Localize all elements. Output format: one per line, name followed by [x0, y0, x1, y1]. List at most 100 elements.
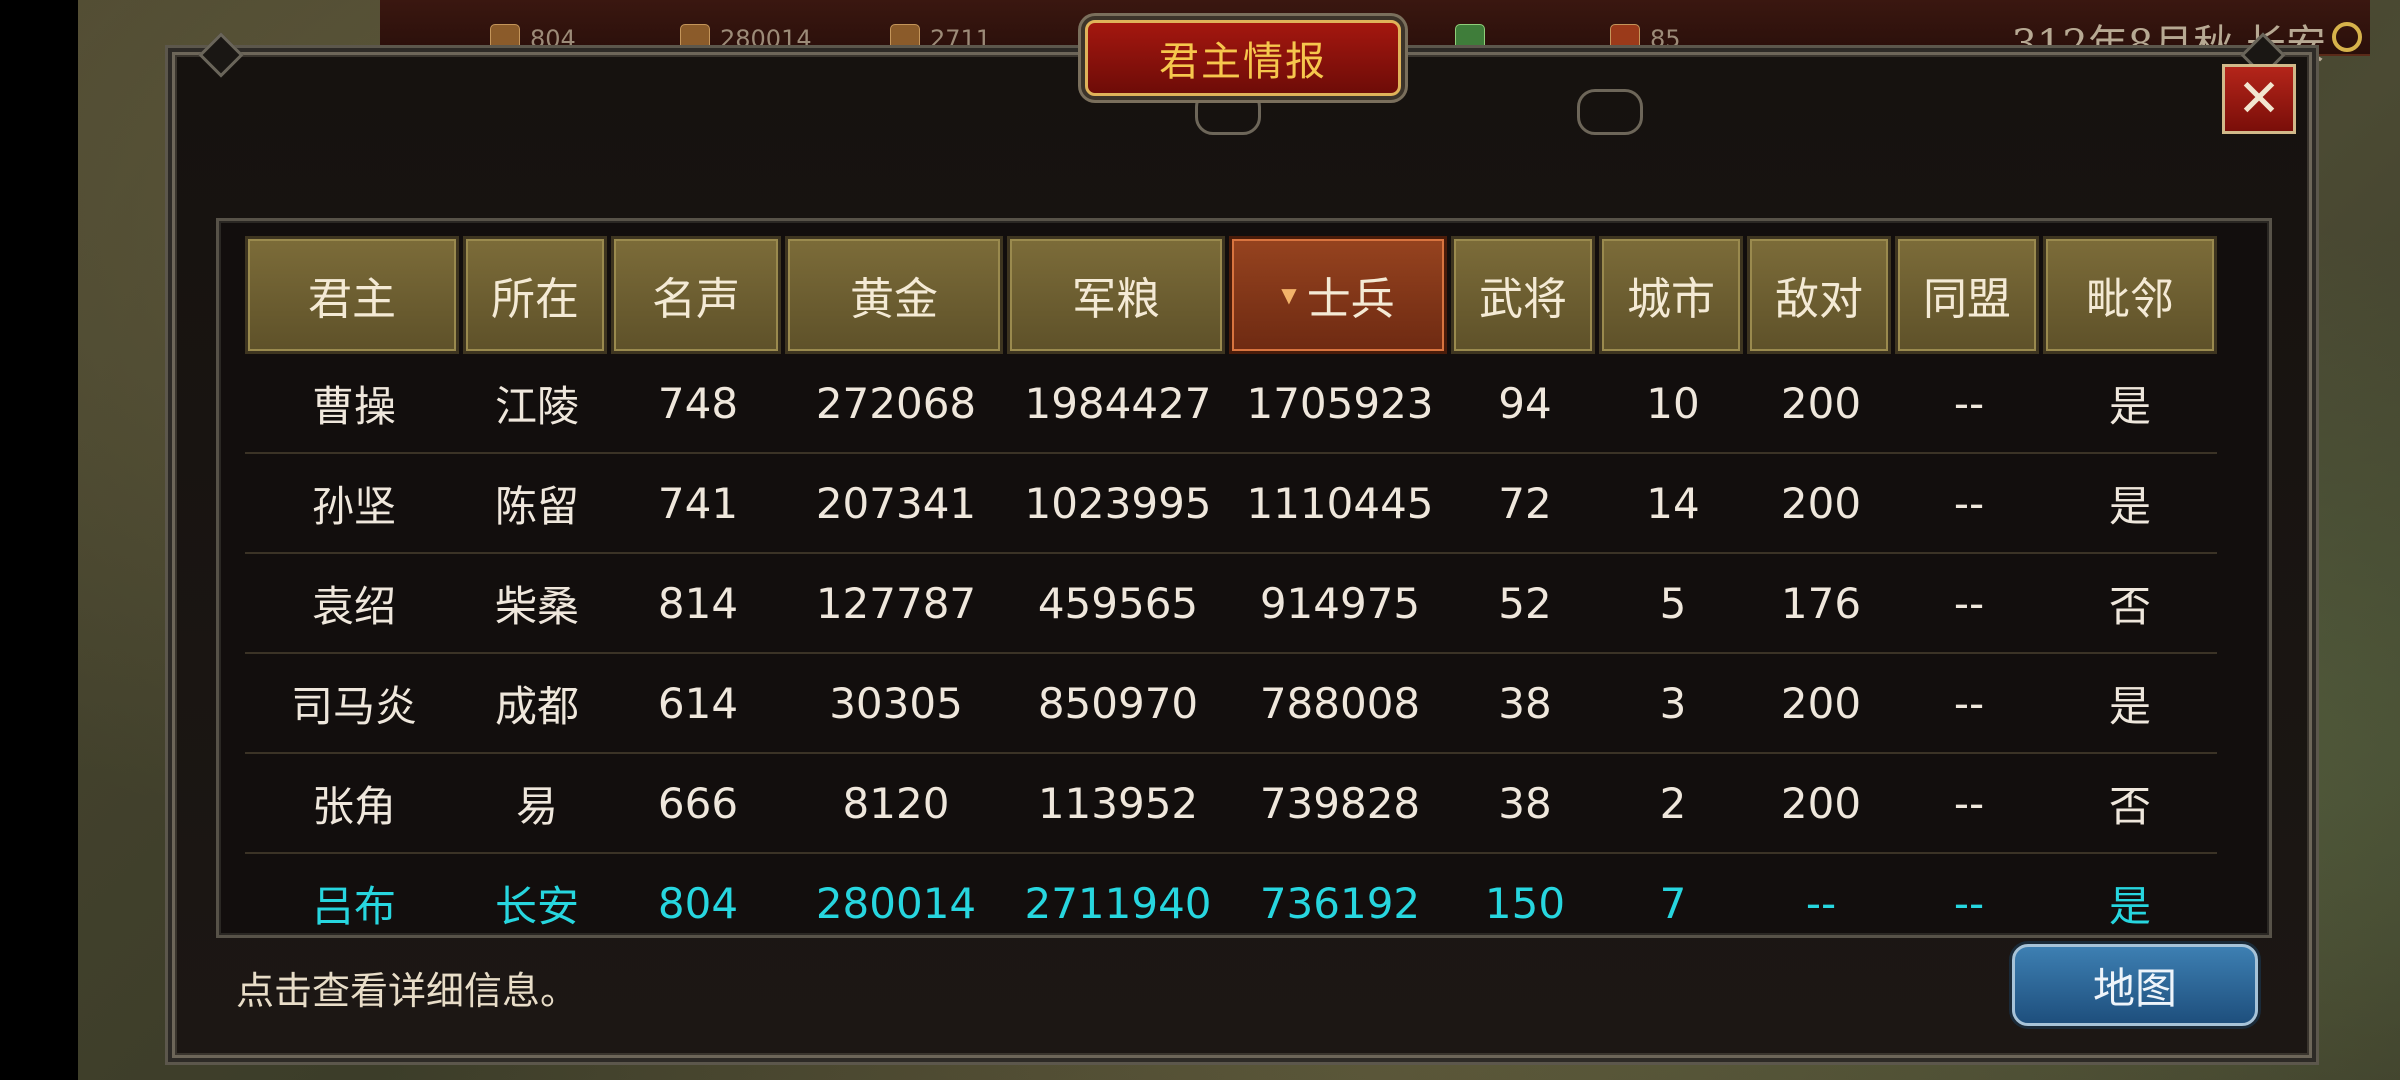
table-cell: --	[1953, 578, 1985, 628]
table-cell: 814	[657, 578, 739, 628]
table-cell: 孙坚	[311, 481, 396, 531]
table-cell: 804	[657, 878, 739, 928]
table-cell: 7	[1659, 878, 1687, 928]
resource-fame: 804	[490, 24, 576, 54]
table-cell: 207341	[815, 478, 977, 528]
dialog-title: 君主情报	[1159, 39, 1327, 85]
table-cell: 200	[1780, 678, 1862, 728]
table-cell: 柴桑	[494, 581, 579, 631]
table-cell: 666	[657, 778, 739, 828]
table-cell: 113952	[1037, 778, 1199, 828]
close-icon: ✕	[2237, 69, 2281, 129]
table-cell: 5	[1659, 578, 1687, 628]
table-cell: --	[1953, 878, 1985, 928]
table-cell: 易	[515, 781, 558, 831]
resource-food: 2711	[890, 24, 991, 54]
table-row[interactable]: 司马炎 成都 614 30305 850970 788008 38 3 200 -- 是	[245, 654, 2217, 754]
table-cell: 张角	[311, 781, 396, 831]
table-cell: 2	[1659, 778, 1687, 828]
map-button-label: 地图	[2092, 963, 2177, 1013]
table-cell: --	[1953, 478, 1985, 528]
table-cell: --	[1805, 878, 1837, 928]
table-header: 君主 所在 名声 黄金 军粮 ▼ 士兵 武将 城市 敌对 同盟 毗邻	[245, 236, 2217, 354]
table-cell: 52	[1498, 578, 1552, 628]
column-header-soldiers[interactable]: ▼ 士兵	[1229, 236, 1447, 354]
table-row-player[interactable]: 吕布 长安 804 280014 2711940 736192 150 7 -- -- 是	[245, 854, 2217, 952]
title-ornament-right	[1577, 89, 1643, 135]
table-cell: 72	[1498, 478, 1552, 528]
table-cell: 741	[657, 478, 739, 528]
table-cell: 江陵	[494, 381, 579, 431]
table-cell: 司马炎	[290, 681, 417, 731]
map-button[interactable]: 地图	[2012, 944, 2258, 1026]
table-cell: 739828	[1259, 778, 1421, 828]
table-cell: 200	[1780, 478, 1862, 528]
table-row[interactable]: 孙坚 陈留 741 207341 1023995 1110445 72 14 200 -- 是	[245, 454, 2217, 554]
table-cell: 280014	[815, 878, 977, 928]
table-cell: 1110445	[1246, 478, 1434, 528]
column-header-adjacent[interactable]: 毗邻	[2043, 236, 2217, 354]
table-cell: 成都	[494, 681, 579, 731]
table-cell: 748	[657, 378, 739, 428]
table-cell: 459565	[1037, 578, 1199, 628]
fame-icon	[490, 24, 520, 54]
table-cell: 38	[1498, 678, 1552, 728]
table-cell: 10	[1646, 378, 1700, 428]
food-icon	[890, 24, 920, 54]
column-header-alliance[interactable]: 同盟	[1895, 236, 2039, 354]
gold-icon	[680, 24, 710, 54]
table-cell: --	[1953, 778, 1985, 828]
table-row[interactable]: 张角 易 666 8120 113952 739828 38 2 200 -- 否	[245, 754, 2217, 854]
table-cell: 1984427	[1024, 378, 1212, 428]
column-header-generals[interactable]: 武将	[1451, 236, 1595, 354]
column-header-food[interactable]: 军粮	[1007, 236, 1225, 354]
table-cell: 200	[1780, 378, 1862, 428]
close-button[interactable]: ✕	[2222, 64, 2296, 134]
table-cell: 272068	[815, 378, 977, 428]
banner-icon	[1610, 24, 1640, 54]
table-cell: 1023995	[1024, 478, 1212, 528]
column-header-ruler[interactable]: 君主	[245, 236, 459, 354]
soldier-icon	[1455, 24, 1485, 54]
season-icon[interactable]	[2332, 22, 2362, 52]
resource-soldier	[1455, 24, 1485, 54]
screen-edge	[0, 0, 78, 1080]
table-cell: 1705923	[1246, 378, 1434, 428]
table-cell: --	[1953, 678, 1985, 728]
table-cell: 200	[1780, 778, 1862, 828]
table-cell: --	[1953, 378, 1985, 428]
table-cell: 176	[1780, 578, 1862, 628]
table-cell: 8120	[842, 778, 950, 828]
table-cell: 陈留	[494, 481, 579, 531]
table-row[interactable]: 曹操 江陵 748 272068 1984427 1705923 94 10 200 -- 是	[245, 354, 2217, 454]
resource-gold: 280014	[680, 24, 812, 54]
dialog-title-plate: 君主情报	[1085, 20, 1401, 96]
sort-descending-icon: ▼	[1281, 283, 1297, 307]
table-cell: 袁绍	[311, 581, 396, 631]
table-body: 曹操 江陵 748 272068 1984427 1705923 94 10 200 -- 是孙坚陈…	[245, 354, 2217, 952]
table-cell: 是	[2108, 381, 2151, 431]
column-header-cities[interactable]: 城市	[1599, 236, 1743, 354]
table-cell: 吕布	[311, 881, 396, 931]
table-cell: 150	[1484, 878, 1566, 928]
table-cell: 914975	[1259, 578, 1421, 628]
table-row[interactable]: 袁绍 柴桑 814 127787 459565 914975 52 5 176 -- 否	[245, 554, 2217, 654]
table-cell: 是	[2108, 481, 2151, 531]
table-cell: 30305	[829, 678, 963, 728]
column-header-fame[interactable]: 名声	[611, 236, 781, 354]
column-header-location[interactable]: 所在	[463, 236, 607, 354]
table-cell: 788008	[1259, 678, 1421, 728]
column-header-hostile[interactable]: 敌对	[1747, 236, 1891, 354]
table-cell: 否	[2108, 581, 2151, 631]
column-header-gold[interactable]: 黄金	[785, 236, 1003, 354]
table-cell: 长安	[494, 881, 579, 931]
table-cell: 2711940	[1024, 878, 1212, 928]
table-cell: 3	[1659, 678, 1687, 728]
table-cell: 是	[2108, 681, 2151, 731]
table-cell: 736192	[1259, 878, 1421, 928]
table-cell: 14	[1646, 478, 1700, 528]
table-cell: 127787	[815, 578, 977, 628]
table-cell: 否	[2108, 781, 2151, 831]
resource-banner: 85	[1610, 24, 1681, 54]
table-cell: 94	[1498, 378, 1552, 428]
